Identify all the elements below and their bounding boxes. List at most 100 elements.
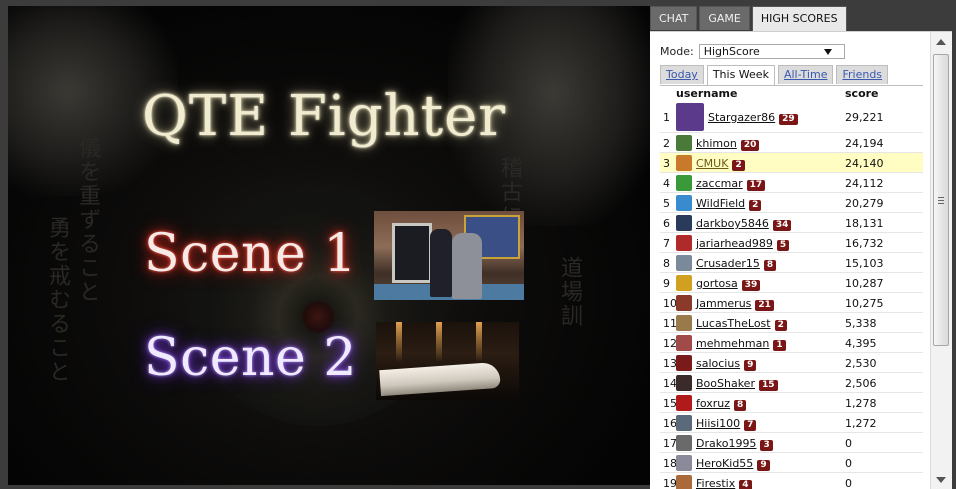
avatar[interactable] (676, 155, 692, 171)
username-text[interactable]: Crusader15 (696, 257, 760, 270)
username-text[interactable]: Hiisi100 (696, 417, 740, 430)
username-link[interactable]: Firestix 4 (696, 477, 752, 489)
avatar[interactable] (676, 415, 692, 431)
avatar[interactable] (676, 275, 692, 291)
username-text[interactable]: gortosa (696, 277, 738, 290)
username-link[interactable]: salocius 9 (696, 357, 757, 371)
avatar[interactable] (676, 195, 692, 211)
mode-label: Mode: (660, 45, 694, 58)
username-text[interactable]: Jammerus (696, 297, 751, 310)
column-header-username: username (676, 87, 738, 100)
game-canvas[interactable]: 勇を戒むること 儀を重ずること 稽古に 道場訓 QTE Fighter Scen… (8, 6, 650, 485)
tab-high-scores[interactable]: HIGH SCORES (751, 6, 847, 31)
username-text[interactable]: Drako1995 (696, 437, 756, 450)
avatar[interactable] (676, 135, 692, 151)
level-badge: 29 (779, 114, 798, 125)
username-text[interactable]: salocius (696, 357, 740, 370)
username-text[interactable]: WildField (696, 197, 745, 210)
avatar[interactable] (676, 435, 692, 451)
grip-line (938, 203, 944, 204)
username-text[interactable]: mehmehman (696, 337, 769, 350)
username-text[interactable]: zaccmar (696, 177, 743, 190)
level-badge: 20 (740, 140, 760, 151)
level-badge: 2 (774, 320, 787, 331)
scene-1-thumbnail[interactable] (374, 211, 524, 300)
username-link[interactable]: Hiisi100 7 (696, 417, 757, 431)
avatar[interactable] (676, 215, 692, 231)
score-value: 18,131 (845, 217, 884, 230)
username-text[interactable]: HeroKid55 (696, 457, 753, 470)
scene-2-thumbnail[interactable] (376, 322, 519, 400)
rank-number: 12 (663, 337, 677, 350)
table-row: 14 BooShaker 15 2,506 (660, 373, 923, 393)
username-text[interactable]: khimon (696, 137, 737, 150)
username-link[interactable]: Stargazer86 29 (708, 111, 798, 125)
avatar[interactable] (676, 295, 692, 311)
avatar[interactable] (676, 355, 692, 371)
table-row: 7 jariarhead989 5 16,732 (660, 233, 923, 253)
tab-chat[interactable]: CHAT (650, 6, 698, 30)
scrollbar[interactable] (930, 32, 952, 489)
tab-friends[interactable]: Friends (836, 65, 889, 84)
username-link[interactable]: gortosa 39 (696, 277, 761, 291)
avatar[interactable] (676, 255, 692, 271)
scene-1-button[interactable]: Scene 1 (144, 224, 357, 284)
username-text[interactable]: darkboy5846 (696, 217, 769, 230)
mode-select[interactable]: HighScore (698, 44, 845, 59)
scores-table: username score 1 Stargazer86 29 29,221 2 khim… (660, 85, 923, 489)
level-badge: 9 (744, 360, 757, 371)
scroll-up-arrow-icon[interactable] (936, 39, 946, 45)
table-row: 13 salocius 9 2,530 (660, 353, 923, 373)
rank-number: 10 (663, 297, 677, 310)
thumbnail-doorway (392, 223, 432, 283)
username-text[interactable]: jariarhead989 (696, 237, 773, 250)
avatar[interactable] (676, 455, 692, 471)
username-link[interactable]: Drako1995 3 (696, 437, 773, 451)
username-link[interactable]: HeroKid55 9 (696, 457, 770, 471)
avatar[interactable] (676, 375, 692, 391)
scrollbar-thumb[interactable] (933, 54, 949, 346)
rank-number: 5 (663, 197, 670, 210)
username-link[interactable]: LucasTheLost 2 (696, 317, 787, 331)
username-link[interactable]: WildField 2 (696, 197, 762, 211)
username-link[interactable]: CMUK 2 (696, 157, 745, 171)
score-value: 4,395 (845, 337, 877, 350)
avatar[interactable] (676, 475, 692, 489)
thumbnail-light (476, 322, 482, 362)
username-link[interactable]: darkboy5846 34 (696, 217, 792, 231)
username-text[interactable]: Firestix (696, 477, 735, 489)
avatar[interactable] (676, 175, 692, 191)
scene-2-button[interactable]: Scene 2 (144, 328, 357, 388)
avatar[interactable] (676, 103, 704, 131)
grip-line (938, 197, 944, 198)
score-value: 0 (845, 457, 852, 470)
username-text[interactable]: Stargazer86 (708, 111, 775, 124)
thumbnail-figure-grey (452, 233, 482, 299)
avatar[interactable] (676, 235, 692, 251)
username-link[interactable]: mehmehman 1 (696, 337, 786, 351)
column-header-score: score (845, 87, 879, 100)
tab-all-time[interactable]: All-Time (777, 65, 834, 84)
username-link[interactable]: foxruz 8 (696, 397, 747, 411)
username-link[interactable]: Crusader15 8 (696, 257, 777, 271)
username-link[interactable]: Jammerus 21 (696, 297, 774, 311)
tab-this-week[interactable]: This Week (706, 65, 775, 85)
avatar[interactable] (676, 335, 692, 351)
tab-today[interactable]: Today (660, 65, 704, 84)
avatar[interactable] (676, 315, 692, 331)
username-text[interactable]: foxruz (696, 397, 730, 410)
username-link[interactable]: khimon 20 (696, 137, 760, 151)
background-kanji-right-2: 道場訓 (557, 256, 582, 328)
username-text[interactable]: CMUK (696, 157, 728, 170)
tab-game[interactable]: GAME (699, 6, 750, 30)
username-text[interactable]: BooShaker (696, 377, 755, 390)
side-panel: CHAT GAME HIGH SCORES Mode: HighScore To… (650, 6, 952, 489)
username-link[interactable]: BooShaker 15 (696, 377, 778, 391)
username-text[interactable]: LucasTheLost (696, 317, 771, 330)
scroll-down-arrow-icon[interactable] (936, 477, 946, 483)
score-value: 24,112 (845, 177, 884, 190)
username-link[interactable]: zaccmar 17 (696, 177, 766, 191)
username-link[interactable]: jariarhead989 5 (696, 237, 790, 251)
avatar[interactable] (676, 395, 692, 411)
score-value: 0 (845, 477, 852, 489)
